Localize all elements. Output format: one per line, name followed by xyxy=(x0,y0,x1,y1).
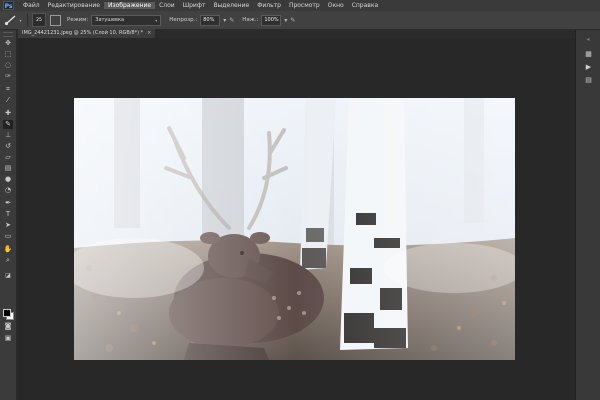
menu-layers[interactable]: Слои xyxy=(155,2,179,9)
quick-mask-icon[interactable]: ◙ xyxy=(3,322,13,331)
chevron-down-icon[interactable]: ▾ xyxy=(223,17,226,24)
document-tab-bar: IMG_24421231.jpeg @ 25% (Слой 10, RGB/8*… xyxy=(17,29,575,38)
mode-value: Затушевка xyxy=(95,16,125,23)
pressure-opacity-icon[interactable]: ✎ xyxy=(229,17,234,24)
menu-image[interactable]: Изображение xyxy=(103,2,156,9)
history-brush-icon[interactable]: ↺ xyxy=(3,142,13,151)
brush-tool-preset-icon xyxy=(5,15,16,26)
history-panel-icon[interactable]: ▦ xyxy=(583,50,594,59)
collapsed-panels: « ▦ ▶ ▤ xyxy=(575,30,600,400)
menu-filter[interactable]: Фильтр xyxy=(253,2,285,9)
opacity-input[interactable]: 80% xyxy=(200,14,221,26)
path-select-icon[interactable]: ➤ xyxy=(3,221,13,230)
menu-edit[interactable]: Редактирование xyxy=(44,2,104,9)
properties-panel-icon[interactable]: ▤ xyxy=(583,76,594,85)
menu-type[interactable]: Шрифт xyxy=(179,2,210,9)
brush-size-picker[interactable]: 25 xyxy=(32,13,46,27)
mode-select[interactable]: Затушевка ▾ xyxy=(91,14,162,26)
photoshop-logo: Ps xyxy=(3,1,14,10)
eraser-icon[interactable]: ▱ xyxy=(3,153,13,162)
opacity-label: Непрозр.: xyxy=(169,17,198,23)
default-colors-icon[interactable]: ◪ xyxy=(3,271,13,280)
menu-select[interactable]: Выделение xyxy=(209,2,253,9)
flow-input[interactable]: 100% xyxy=(261,14,282,26)
hand-tool-icon[interactable]: ✋ xyxy=(3,245,13,254)
mode-label: Режим: xyxy=(67,17,89,23)
crop-tool-icon[interactable]: ⌗ xyxy=(3,85,13,94)
divider xyxy=(27,14,28,26)
clone-stamp-icon[interactable]: ⊥ xyxy=(3,131,13,140)
marquee-tool-icon[interactable]: ⬚ xyxy=(3,50,13,59)
tool-preset-picker[interactable]: ▾ xyxy=(3,13,23,27)
lasso-tool-icon[interactable]: ◌ xyxy=(3,61,13,70)
move-tool-icon[interactable]: ✥ xyxy=(3,39,13,48)
spot-healing-icon[interactable]: ✚ xyxy=(3,109,13,118)
chevron-down-icon[interactable]: ▾ xyxy=(284,17,287,24)
menu-view[interactable]: Просмотр xyxy=(285,2,324,9)
type-tool-icon[interactable]: T xyxy=(3,210,13,219)
menu-bar: Ps Файл Редактирование Изображение Слои … xyxy=(0,0,600,11)
shape-tool-icon[interactable]: ▭ xyxy=(3,232,13,241)
menu-window[interactable]: Окно xyxy=(324,2,348,9)
panel-grip[interactable] xyxy=(3,32,13,37)
gradient-tool-icon[interactable]: ▤ xyxy=(3,164,13,173)
chevron-down-icon: ▾ xyxy=(155,17,158,23)
document-canvas[interactable] xyxy=(74,98,515,360)
eyedropper-icon[interactable]: ⁄ xyxy=(3,96,13,105)
tools-panel: ✥ ⬚ ◌ ✑ ⌗ ⁄ ✚ ✎ ⊥ ↺ ▱ ▤ ● ◔ ✒ T ➤ ▭ ✋ ⌕ … xyxy=(0,30,17,400)
actions-panel-icon[interactable]: ▶ xyxy=(583,63,594,72)
brush-tool-icon[interactable]: ✎ xyxy=(3,120,13,129)
dodge-tool-icon[interactable]: ◔ xyxy=(3,186,13,195)
close-icon[interactable]: × xyxy=(147,30,151,36)
quick-select-icon[interactable]: ✑ xyxy=(3,72,13,81)
screen-mode-icon[interactable]: ▣ xyxy=(3,334,13,343)
foreground-color-swatch[interactable] xyxy=(3,309,11,317)
blur-tool-icon[interactable]: ● xyxy=(3,175,13,184)
options-bar: ▾ 25 Режим: Затушевка ▾ Непрозр.: 80% ▾ … xyxy=(0,11,600,30)
chevron-down-icon: ▾ xyxy=(19,17,22,23)
flow-label: Наж.: xyxy=(242,17,259,23)
document-tab[interactable]: IMG_24421231.jpeg @ 25% (Слой 10, RGB/8*… xyxy=(18,29,156,38)
brush-panel-toggle-icon[interactable] xyxy=(50,14,61,26)
airbrush-icon[interactable]: ✎ xyxy=(290,17,295,24)
pen-tool-icon[interactable]: ✒ xyxy=(3,199,13,208)
menu-help[interactable]: Справка xyxy=(348,2,382,9)
document-tab-title: IMG_24421231.jpeg @ 25% (Слой 10, RGB/8*… xyxy=(22,30,144,36)
menu-file[interactable]: Файл xyxy=(19,2,44,9)
deer-in-forest-photo xyxy=(74,98,515,360)
expand-panels-icon[interactable]: « xyxy=(583,36,594,45)
zoom-tool-icon[interactable]: ⌕ xyxy=(3,256,13,265)
